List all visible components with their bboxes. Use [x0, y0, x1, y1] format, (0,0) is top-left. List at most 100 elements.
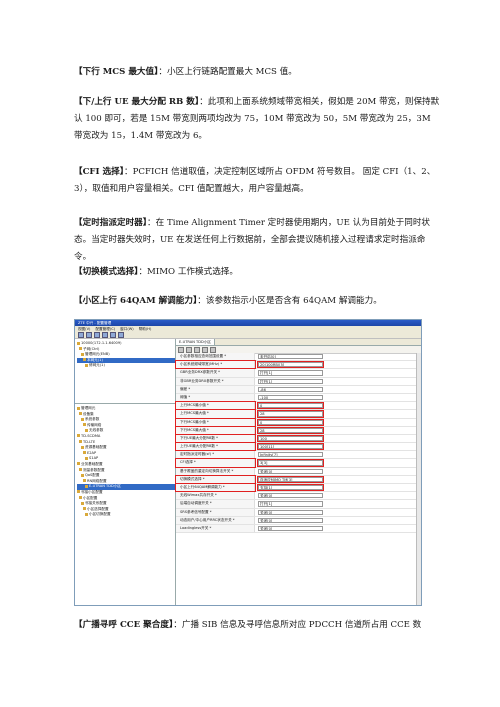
- tree-node-label: S1AP: [89, 456, 99, 461]
- parameter-value-field[interactable]: 支持[1]: [257, 483, 324, 492]
- toolbar-icon: [94, 332, 100, 338]
- tree-node-label: 10000(172.1.1.64009): [81, 341, 122, 345]
- config-screenshot: ZTE 中兴 - 配置管理 视图(V) 配置管理(C) 窗口(W) 帮助(H) 100…: [74, 319, 422, 606]
- parameter-name: 定时指派定时器(sf) *: [176, 451, 255, 459]
- toolbar-icon: [86, 332, 92, 338]
- parameter-value-field[interactable]: 0: [257, 402, 324, 410]
- tree-node[interactable]: 小区切换配置: [77, 512, 175, 518]
- parameter-name: Loadingless开关 *: [176, 524, 255, 533]
- menu-item[interactable]: 帮助(H): [139, 326, 152, 332]
- folder-icon: [79, 347, 82, 351]
- parameter-name: 动态用户/中心用户RRC状态开关 *: [176, 516, 255, 524]
- parameter-value-field[interactable]: 关闭[0]: [258, 517, 323, 523]
- para-cfi: 【CFI 选择】：PCFICH 信道取值，决定控制区域所占 OFDM 符号数目。…: [74, 164, 440, 198]
- para-64qam-text: ：该参数指示小区是否含有 64QAM 解调能力。: [197, 296, 382, 306]
- parameter-value-field[interactable]: 未开启[0]: [258, 354, 323, 360]
- para-timer: 【定时指派定时器】：在 Time Alignment Timer 定时器使用期内…: [74, 215, 440, 266]
- para-mimo: 【切换模式选择】：MIMO 工作模式选择。: [74, 264, 440, 281]
- parameter-value-field[interactable]: 20(100RB)[5]: [257, 361, 324, 369]
- parameter-row: GBR业务DRX参数开关 * 打开[1]: [176, 369, 417, 378]
- para-64qam: 【小区上行 64QAM 解调能力】：该参数指示小区是否含有 64QAM 解调能力…: [74, 293, 440, 310]
- parameter-name: 小区系统频域带宽(MHz) *: [175, 360, 256, 370]
- screenshot-toolbar: [75, 332, 421, 339]
- parameter-value-field[interactable]: 自适应MIMO TM[3]: [257, 475, 324, 484]
- network-tree: 10000(172.1.1.64009) 子网(Ctrl) 管理网元(ENB) 本网元…: [75, 339, 175, 404]
- parameter-name: 小区上行64QAM解调能力 *: [175, 482, 256, 493]
- toolbar-icon: [102, 332, 108, 338]
- folder-icon: [77, 406, 80, 410]
- parameter-value-field[interactable]: 100[11]: [257, 443, 324, 451]
- parameter-row: 上行UE最大分配RB数 * 100[11]: [175, 442, 417, 452]
- parameter-row: 非GBR业务DRX参数开关 * 打开[1]: [176, 377, 417, 386]
- panel-toolbar-icon: [186, 346, 192, 353]
- tree-node-label: 子网(Ctrl): [83, 346, 100, 351]
- parameter-value-field[interactable]: 打开[1]: [258, 378, 323, 384]
- parameter-value-field[interactable]: 关闭[0]: [258, 525, 323, 532]
- parameter-row: 下行UE最大分配RB数 * 100: [175, 433, 417, 444]
- parameter-value-field[interactable]: 关闭[0]: [258, 468, 323, 474]
- parameter-name: 小区参数相应查询范围设置 *: [176, 353, 255, 361]
- parameter-row: 动态用户/中心用户RRC状态开关 * 关闭[0]: [176, 516, 417, 525]
- parameter-row: SRS参考信号配置 * 关闭[0]: [176, 508, 417, 517]
- parameter-row: 下行MCS最小值 * 0: [175, 417, 417, 427]
- parameter-name: CFI选择 *: [175, 458, 256, 468]
- parameter-name: 下行MCS最小值 *: [175, 417, 256, 427]
- tree-node-label: E-UTRAN TDD小区: [89, 484, 121, 489]
- tree-node[interactable]: 修网元(1): [77, 363, 175, 369]
- parameter-value-field[interactable]: 0: [257, 418, 324, 426]
- parameter-grid: 小区参数相应查询范围设置 * 未开启[0] 小区系统频域带宽(MHz) * 20(10…: [175, 353, 417, 534]
- parameter-value-field[interactable]: 打开[1]: [258, 370, 323, 376]
- parameter-value-field[interactable]: 3[3]: [257, 459, 324, 467]
- folder-icon: [85, 512, 88, 516]
- folder-icon: [77, 462, 80, 466]
- navigation-panel: 10000(172.1.1.64009) 子网(Ctrl) 管理网元(ENB) 本网元…: [75, 339, 176, 605]
- parameter-value-field[interactable]: 28: [257, 410, 324, 418]
- parameter-row: 小区参数相应查询范围设置 * 未开启[0]: [176, 353, 417, 362]
- tab-eutran-tdd-cell[interactable]: E-UTRAN TDD小区: [176, 339, 215, 345]
- parameter-row: 小区系统频域带宽(MHz) * 20(100RB)[5]: [175, 360, 417, 370]
- parameter-name: 切换模式选择 *: [175, 474, 256, 485]
- tree-node-label: 邻接小区配置: [81, 489, 103, 494]
- parameter-value-field[interactable]: 100: [257, 434, 324, 443]
- tree-node-label: E2AP: [87, 450, 97, 455]
- parameter-value-field[interactable]: 打开[1]: [258, 501, 323, 507]
- tree-node-label: 管理网元(ENB): [85, 352, 110, 357]
- folder-icon: [81, 352, 84, 356]
- parameter-value-field[interactable]: -86: [258, 386, 323, 392]
- panel-toolbar-icon: [178, 346, 184, 353]
- parameter-name: 非GBR业务DRX参数开关 *: [176, 377, 255, 385]
- parameter-row: 阈值 * -100: [176, 393, 417, 403]
- tree-node-label: 小区配置: [83, 495, 98, 500]
- panel-toolbar-icon: [210, 346, 216, 353]
- folder-icon: [79, 496, 82, 499]
- para-mimo-text: ：MIMO 工作模式选择。: [138, 267, 238, 277]
- folder-icon: [79, 412, 82, 416]
- vertical-scrollbar[interactable]: [416, 353, 421, 605]
- toolbar-icon: [78, 332, 84, 338]
- parameter-value-field[interactable]: 关闭[0]: [258, 493, 323, 499]
- parameter-name: 下行MCS最大值 *: [175, 425, 256, 435]
- tree-node-label: 测量参数配置: [83, 467, 105, 472]
- parameter-name: 上行MCS最大值 *: [175, 409, 256, 419]
- parameter-tree: 管理网元 设备集 系统参数 传输网络 无线参数 TD-SCDMA TD-LTE 资源基础配置 E…: [75, 404, 175, 518]
- parameter-value-field[interactable]: 关闭[0]: [258, 509, 323, 515]
- tree-node-label: 资源基础配置: [85, 445, 107, 450]
- folder-icon: [85, 363, 88, 367]
- tree-node-label: 小区切换配置: [89, 512, 111, 517]
- parameter-value-field[interactable]: 28: [257, 426, 324, 434]
- folder-icon: [83, 358, 86, 362]
- parameter-name: 上行MCS最小值 *: [175, 401, 256, 411]
- parameter-name: SRS参考信号配置 *: [176, 508, 255, 516]
- tree-node-label: 系统参数: [85, 417, 100, 422]
- parameter-value-field[interactable]: -100: [258, 394, 323, 401]
- para-cfi-text: ：PCFICH 信道取值，决定控制区域所占 OFDM 符号数目。 固定 CFI（…: [74, 167, 436, 194]
- para-cce: 【广播寻呼 CCE 聚合度】：广播 SIB 信息及寻呼信息所对应 PDCCH 信…: [74, 617, 440, 634]
- folder-icon: [77, 341, 80, 345]
- folder-icon: [83, 479, 86, 483]
- parameter-value-field[interactable]: Infinity[7]: [258, 452, 323, 458]
- parameter-name: 无线Wimax共存开关 *: [176, 492, 255, 500]
- folder-icon: [83, 451, 86, 455]
- folder-icon: [81, 473, 84, 477]
- folder-icon: [85, 428, 88, 432]
- parameter-row: 后端自动调度开关 * 打开[1]: [176, 500, 417, 509]
